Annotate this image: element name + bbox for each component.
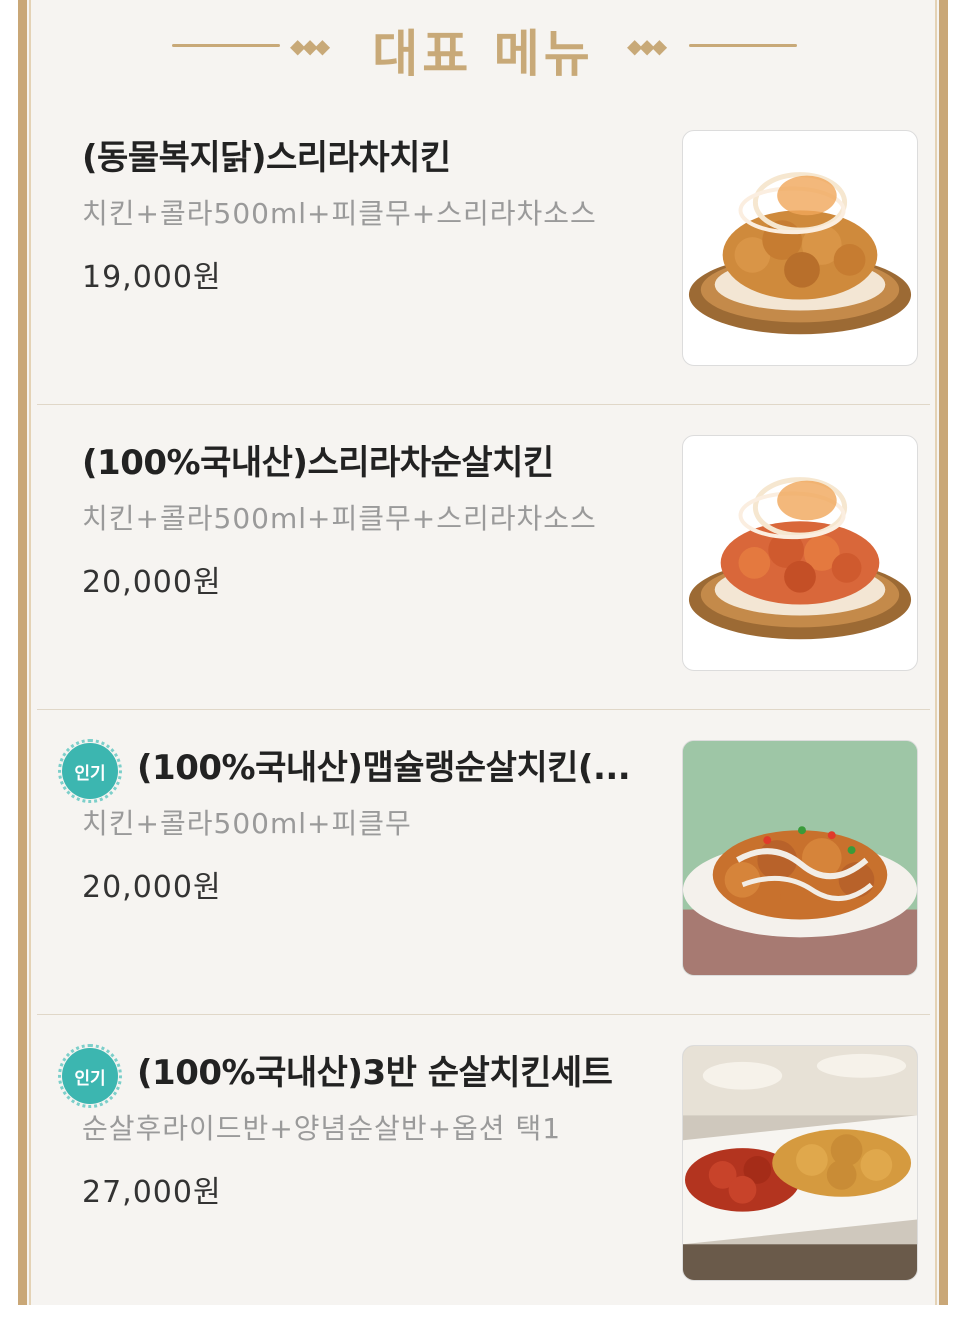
menu-item-description: 치킨+콜라500ml+피클무 bbox=[82, 807, 412, 840]
popular-badge: 인기 bbox=[58, 1044, 122, 1108]
diamond-icon: ◆◆◆ bbox=[627, 34, 667, 58]
menu-item-name: (동물복지닭)스리라차치킨 bbox=[82, 138, 451, 178]
menu-item-price: 19,000원 bbox=[82, 260, 222, 295]
menu-item-name: (100%국내산)맵슐랭순살치킨(... bbox=[137, 748, 631, 788]
menu-item-name: (100%국내산)3반 순살치킨세트 bbox=[137, 1053, 613, 1093]
menu-item-price: 20,000원 bbox=[82, 870, 222, 905]
mapsyullaeng-boneless-photo[interactable] bbox=[682, 740, 918, 976]
menu-item[interactable]: 인기 (100%국내산)3반 순살치킨세트 순살후라이드반+양념순살반+옵션 택… bbox=[37, 1015, 930, 1320]
menu-item[interactable]: 인기 (100%국내산)맵슐랭순살치킨(... 치킨+콜라500ml+피클무 2… bbox=[37, 710, 930, 1015]
ornament-line bbox=[689, 44, 797, 47]
menu-item-price: 27,000원 bbox=[82, 1175, 222, 1210]
menu-item[interactable]: (동물복지닭)스리라차치킨 치킨+콜라500ml+피클무+스리라차소스 19,0… bbox=[37, 100, 930, 405]
menu-item-price: 20,000원 bbox=[82, 565, 222, 600]
popular-badge: 인기 bbox=[58, 739, 122, 803]
menu-item-name: (100%국내산)스리라차순살치킨 bbox=[82, 443, 554, 483]
menu-item-description: 치킨+콜라500ml+피클무+스리라차소스 bbox=[82, 502, 597, 535]
section-header: ◆◆◆ 대표 메뉴 ◆◆◆ bbox=[27, 0, 939, 100]
menu-item-description: 순살후라이드반+양념순살반+옵션 택1 bbox=[82, 1112, 562, 1145]
menu-item-description: 치킨+콜라500ml+피클무+스리라차소스 bbox=[82, 197, 597, 230]
menu-item[interactable]: (100%국내산)스리라차순살치킨 치킨+콜라500ml+피클무+스리라차소스 … bbox=[37, 405, 930, 710]
sriracha-boneless-photo[interactable] bbox=[682, 435, 918, 671]
sriracha-chicken-photo[interactable] bbox=[682, 130, 918, 366]
menu-frame: ◆◆◆ 대표 메뉴 ◆◆◆ (동물복지닭)스리라차치킨 치킨+콜라500ml+피… bbox=[18, 0, 948, 1305]
ornament-right: ◆◆◆ bbox=[617, 30, 807, 60]
three-half-set-photo[interactable] bbox=[682, 1045, 918, 1281]
